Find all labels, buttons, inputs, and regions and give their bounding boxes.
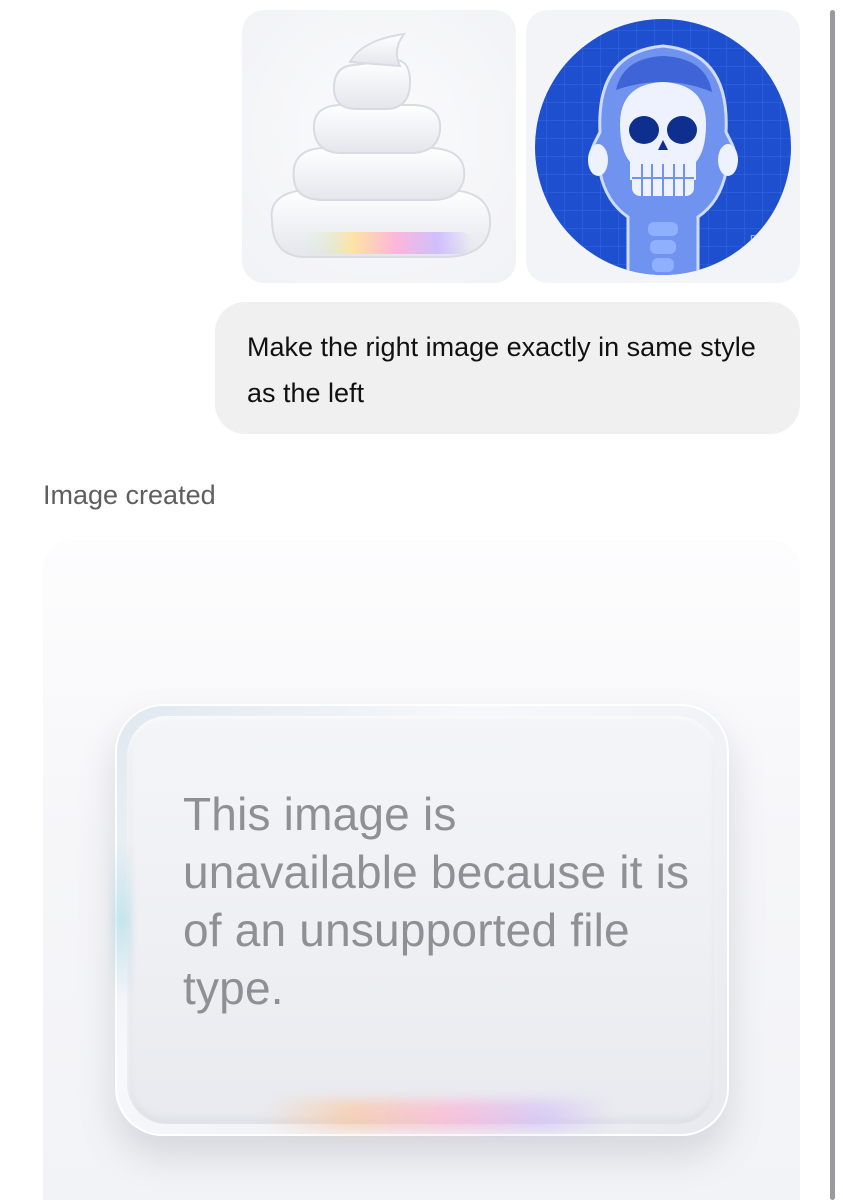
user-message-bubble: Make the right image exactly in same sty… [215, 302, 800, 434]
swirl-emoji-icon [270, 32, 492, 258]
attachment-thumbnail-right[interactable]: L R [526, 10, 800, 283]
chat-page: L R Make the right image exactly in same… [0, 0, 843, 1200]
card-glow-bottom [263, 1100, 613, 1130]
scrollbar[interactable] [830, 10, 835, 1200]
image-status-label: Image created [43, 480, 216, 510]
user-message-text: Make the right image exactly in same sty… [247, 332, 756, 408]
unavailable-image-message: This image is unavailable because it is … [183, 788, 690, 1014]
card-glow-left [113, 840, 131, 1000]
message-attachments: L R [242, 10, 800, 283]
attachment-thumbnail-left[interactable] [242, 10, 516, 283]
svg-text:L: L [566, 233, 573, 247]
generated-image[interactable]: This image is unavailable because it is … [43, 540, 800, 1200]
skull-xray-icon: L R [535, 18, 791, 275]
svg-text:R: R [750, 233, 758, 247]
